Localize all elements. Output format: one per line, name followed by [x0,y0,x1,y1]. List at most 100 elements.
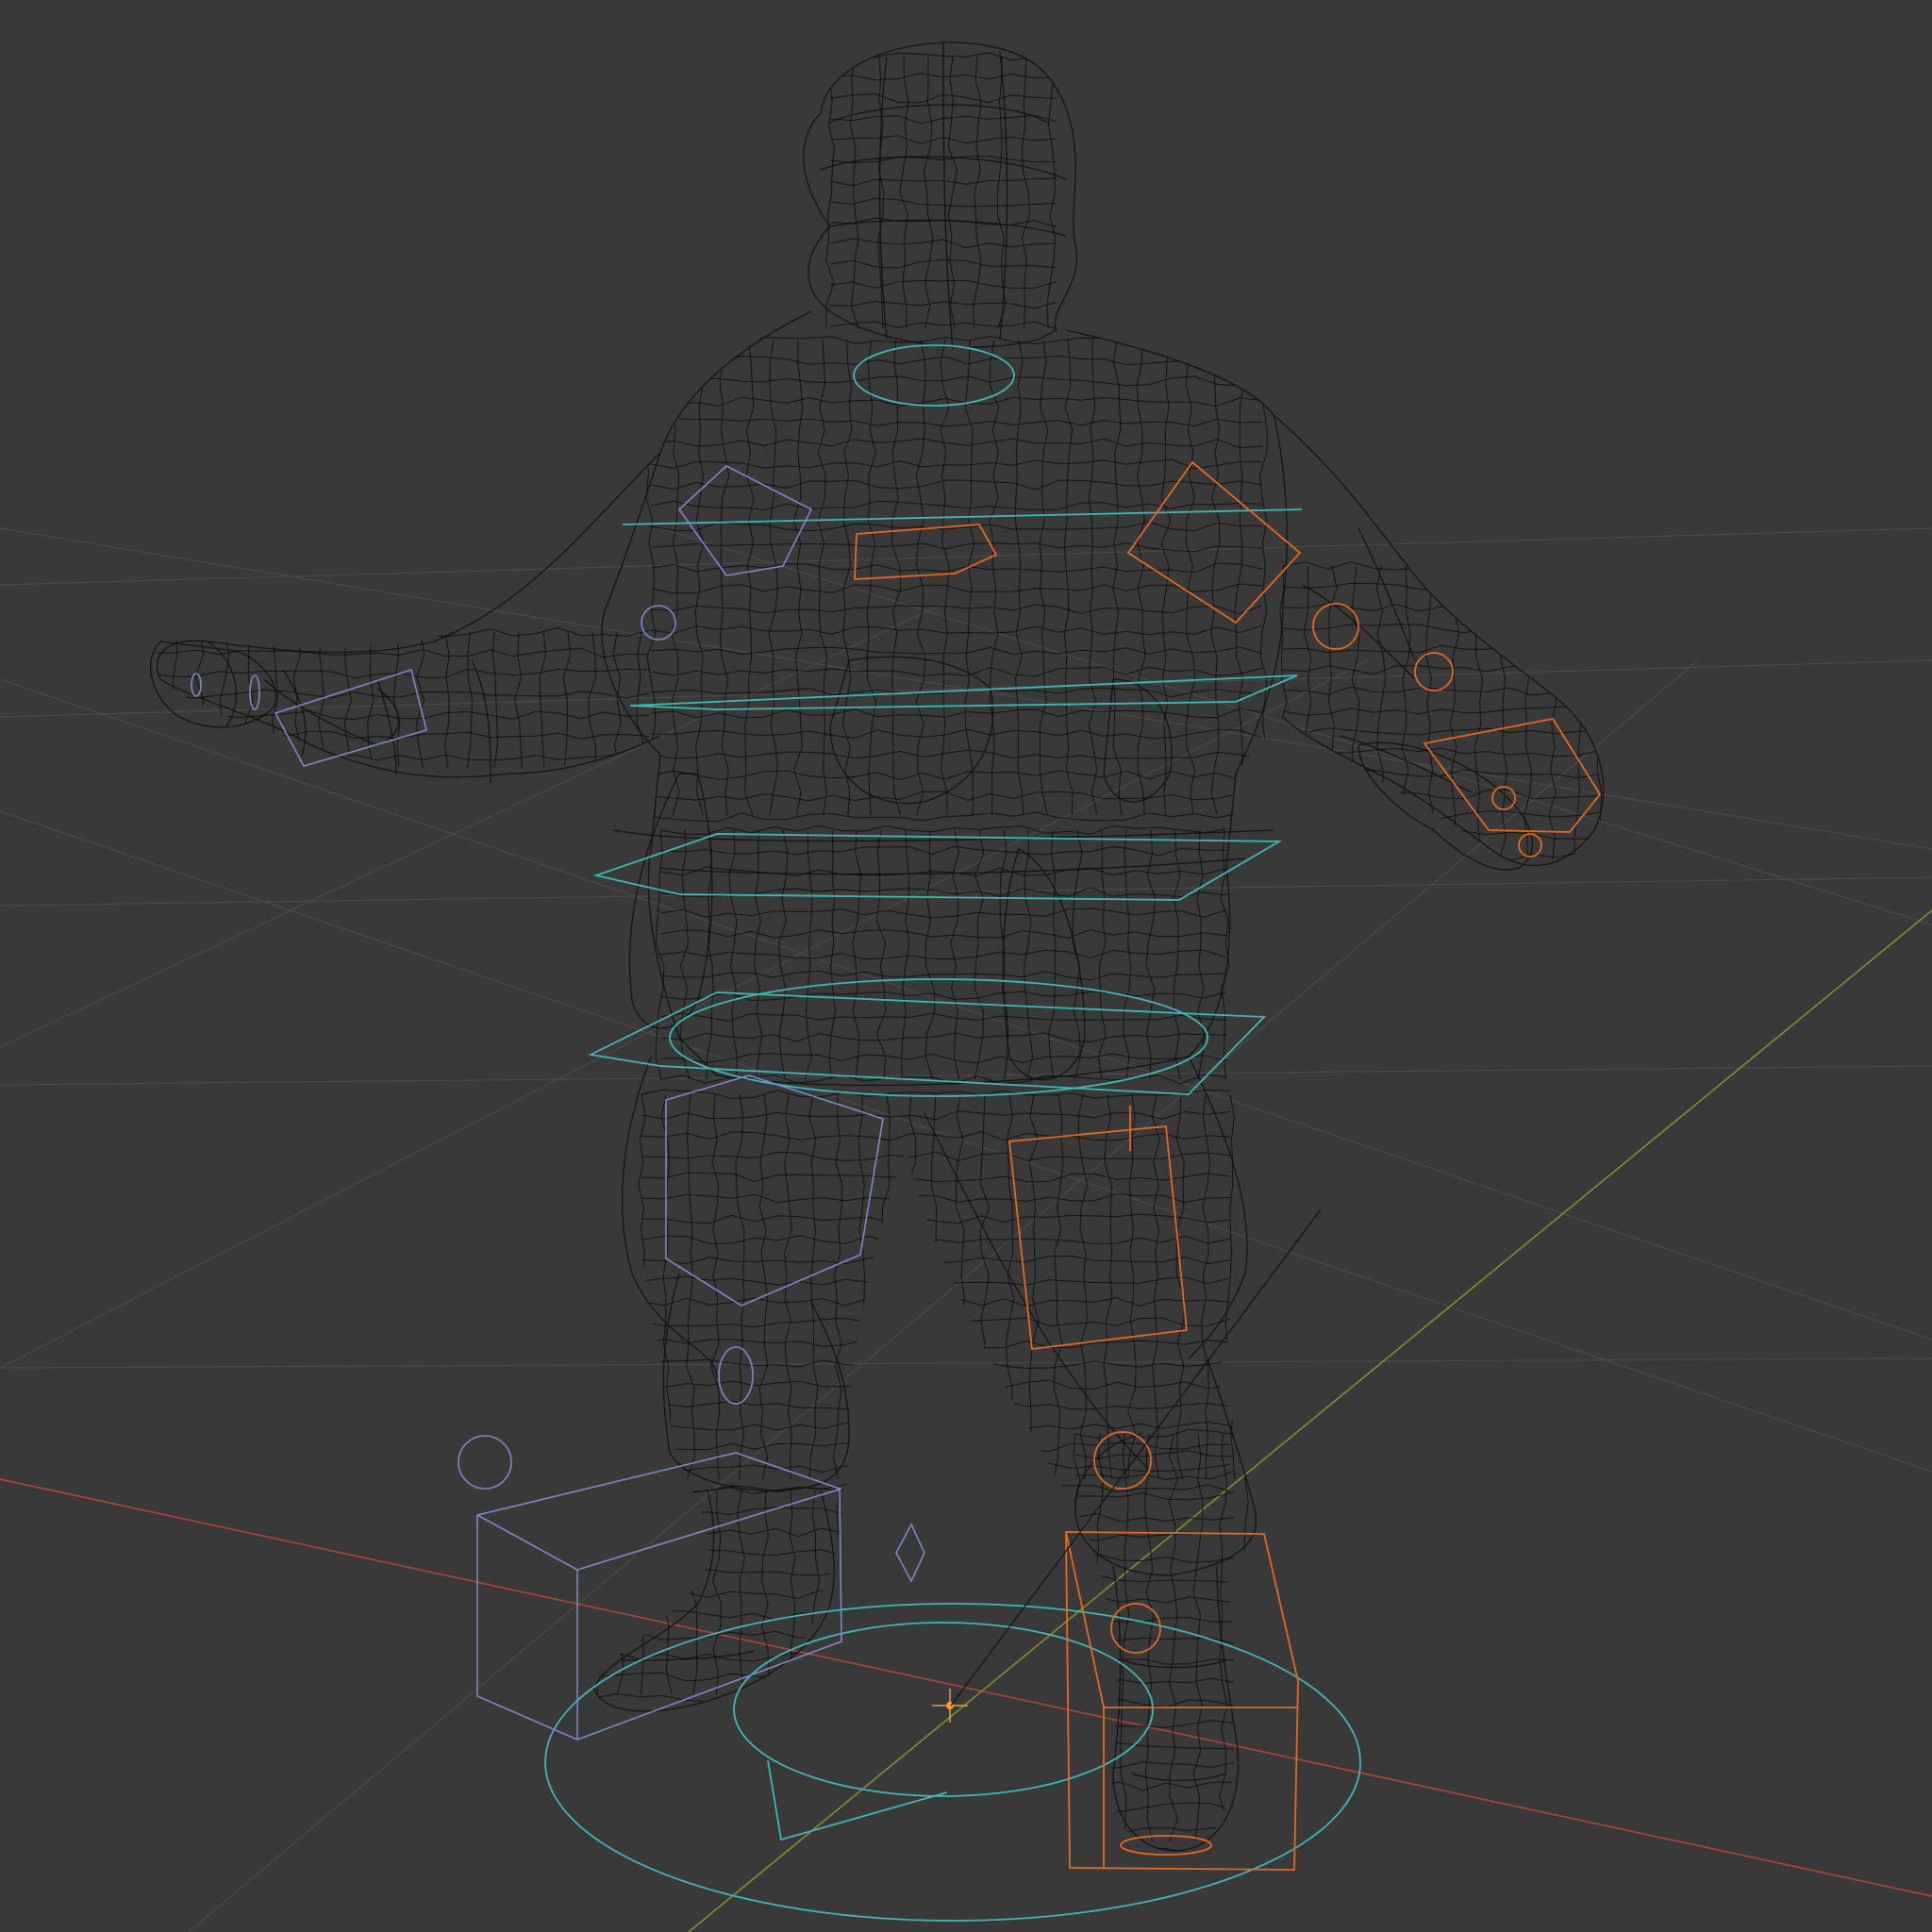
mesh-edge-loop [154,689,650,699]
mesh-edge-ring [950,829,960,1080]
elbow-l-pole[interactable] [641,605,676,641]
mesh-edge-ring [1302,565,1312,861]
mesh-edge-ring [1021,56,1031,329]
chest-control[interactable] [622,508,1303,525]
thigh-l-control[interactable] [665,1074,884,1307]
mesh-edge-ring [1112,339,1123,816]
mesh-edge-loop [1074,1826,1235,1834]
mesh-edge-ring [513,631,523,769]
mesh-edge-ring [955,1093,965,1480]
toe-r-control[interactable] [1120,1835,1212,1856]
mesh-edge-ring [1151,1093,1160,1480]
mesh-edge-loop [641,1317,1231,1328]
mesh-edge-ring [875,829,887,1080]
foot-r-ik[interactable] [1065,1531,1299,1871]
clavicle-r-control[interactable] [854,524,998,580]
elbow-r-inner[interactable] [1414,652,1454,691]
mesh-edge-loop [593,1569,844,1579]
mesh-edge-ring [1375,565,1387,861]
viewport-scene[interactable] [0,0,1932,1932]
mesh-edge-ring [491,631,499,769]
mesh-edge-ring [964,339,975,816]
mesh-edge-ring [539,631,547,769]
mesh-edge-loop [829,177,1058,187]
mesh-edge-ring [719,339,730,816]
knee-l-pole[interactable] [718,1346,754,1405]
mesh-edge-ring [1201,1093,1210,1480]
mesh-edge-loop [650,646,1263,656]
mesh-edge-ring [671,339,680,816]
mesh-edge-loop [660,1053,1227,1064]
hips-control[interactable] [588,991,1267,1095]
heel-l-roll[interactable] [895,1523,925,1583]
mesh-edge-ring [1053,1093,1064,1480]
mesh-edge-ring [974,829,985,1080]
mesh-edge-loop [650,375,1263,387]
mesh-edge-loop [650,562,1263,574]
mesh-edge-loop [650,791,1263,802]
mesh-edge-loop [1074,1658,1235,1665]
mesh-edge-ring [908,1093,917,1480]
character-mesh[interactable] [149,42,1605,1852]
mesh-edge-loop [1282,560,1601,571]
mesh-edge-ring [1077,1093,1089,1480]
mesh-edge-ring [792,339,804,816]
mesh-edge-loop [829,300,1058,309]
mesh-edge-loop [650,335,1263,345]
mesh-edge-ring [1136,339,1146,816]
mesh-edge-ring [1173,829,1181,1080]
mesh-edge-loop [829,258,1058,269]
mesh-edge-ring [743,339,755,816]
mesh-edge-ring [1127,1093,1137,1480]
mesh-edge-ring [1258,339,1270,816]
root-control-inner[interactable] [733,1622,1154,1797]
mesh-edge-ring [940,339,950,816]
mesh-edge-ring [735,1093,745,1480]
mesh-edge-loop [641,1151,1231,1162]
mesh-edge-ring [614,1490,625,1695]
mesh-edge-loop [650,811,1263,823]
mesh-edge-ring [899,56,909,329]
mesh-edge-loop [650,583,1263,594]
mesh-edge-ring [686,1093,695,1480]
mesh-edge-loop [659,1012,1227,1023]
mesh-edge-loop [650,666,1263,677]
mesh-edge-loop [641,1421,1231,1432]
mesh-edge-ring [444,631,450,769]
3d-viewport[interactable] [0,0,1932,1932]
mesh-edge-ring [1039,339,1049,816]
finger-r-2[interactable] [1518,833,1542,858]
mesh-edge-ring [1088,339,1098,816]
mesh-edge-loop [641,1462,1231,1474]
mesh-edge-loop [659,845,1227,857]
mesh-edge-ring [849,56,859,329]
left-controls[interactable] [191,465,925,1740]
spine-lower-control[interactable] [592,833,1283,901]
knee-l-target[interactable] [458,1435,512,1490]
mesh-wire-density [154,52,1606,1851]
mesh-edge-ring [1424,565,1435,861]
shoulder-r-control[interactable] [1126,460,1302,625]
origin-icon[interactable] [932,1689,968,1723]
thigh-r-control[interactable] [1008,1125,1188,1351]
mesh-edge-loop [650,438,1263,449]
elbow-r-pole[interactable] [1312,603,1359,650]
mesh-edge-loop [650,625,1263,636]
mesh-edge-ring [1351,565,1361,861]
mesh-edge-loop [593,1526,844,1538]
mesh-edge-ring [1175,1093,1186,1480]
mesh-edge-ring [947,56,958,329]
mesh-edge-loop [641,1110,1231,1121]
mesh-edge-ring [1028,1093,1040,1480]
mesh-edge-ring [712,1490,722,1695]
mesh-edge-loop [1074,1596,1235,1604]
mesh-edge-ring [1596,565,1606,861]
mesh-edge-loop [641,1255,1231,1265]
mesh-edge-loop [154,710,650,721]
y-axis-line [688,909,1932,1932]
root-direction[interactable] [767,1759,948,1841]
heel-r-roll[interactable] [1110,1603,1161,1654]
mesh-edge-loop [659,1032,1227,1042]
mesh-edge-ring [881,1093,891,1480]
wrist-r-control[interactable] [1423,718,1602,833]
